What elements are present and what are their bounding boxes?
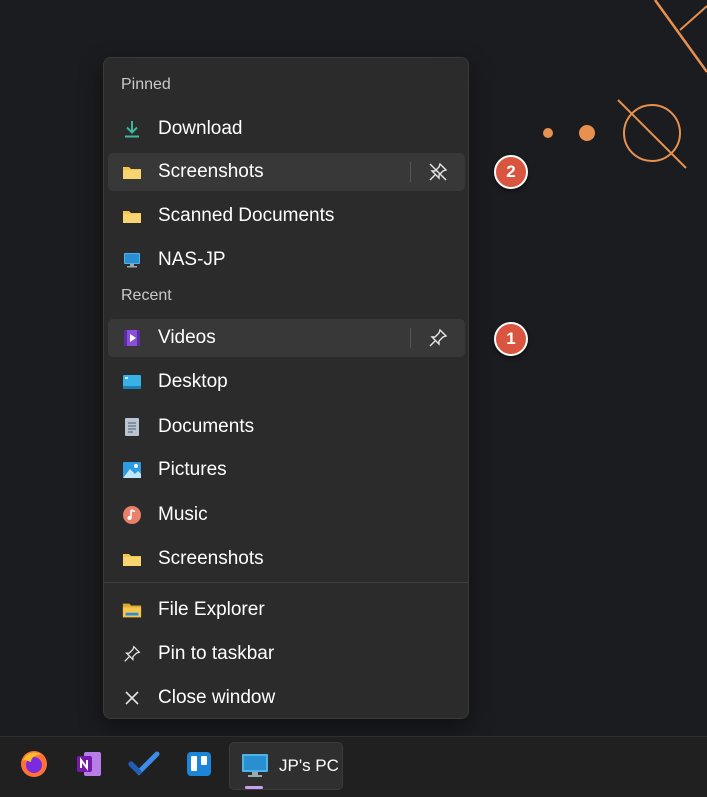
- separator: [410, 162, 411, 182]
- file-explorer-icon: [122, 600, 142, 620]
- jumplist-item-label: Pictures: [158, 459, 227, 480]
- trello-icon: [185, 750, 213, 783]
- taskbar-todo[interactable]: [120, 742, 168, 790]
- desktop-icon: [122, 372, 142, 392]
- separator: [410, 328, 411, 348]
- jumplist-item-label: Screenshots: [158, 161, 264, 182]
- monitor-icon: [240, 752, 270, 785]
- close-icon: [122, 688, 142, 708]
- jumplist-item-label: Scanned Documents: [158, 205, 335, 226]
- pin-icon[interactable]: [426, 327, 450, 349]
- jumplist-item-screenshots-recent[interactable]: Screenshots: [108, 540, 465, 578]
- documents-icon: [122, 417, 142, 437]
- callout-badge-1: 1: [494, 322, 528, 356]
- jumplist-item-label: Screenshots: [158, 548, 264, 569]
- recent-header: Recent: [121, 287, 172, 304]
- callout-badge-2: 2: [494, 155, 528, 189]
- task-close-window[interactable]: Close window: [108, 679, 465, 717]
- jump-list-menu: Pinned Download Screenshots Scanned Docu…: [103, 57, 469, 719]
- jumplist-item-documents[interactable]: Documents: [108, 408, 465, 446]
- pinned-header: Pinned: [121, 76, 171, 93]
- jumplist-item-label: Desktop: [158, 371, 228, 392]
- task-pin-to-taskbar[interactable]: Pin to taskbar: [108, 635, 465, 673]
- download-icon: [122, 119, 142, 139]
- taskbar-active-label: JP's PC: [279, 756, 339, 775]
- music-icon: [122, 505, 142, 525]
- taskbar-trello[interactable]: [175, 742, 223, 790]
- todo-icon: [128, 749, 160, 784]
- task-file-explorer[interactable]: File Explorer: [108, 591, 465, 629]
- jumplist-item-desktop[interactable]: Desktop: [108, 363, 465, 401]
- taskbar-firefox[interactable]: [10, 742, 58, 790]
- jumplist-item-music[interactable]: Music: [108, 496, 465, 534]
- firefox-icon: [19, 749, 49, 784]
- pictures-icon: [122, 460, 142, 480]
- onenote-icon: [74, 749, 104, 784]
- task-label: File Explorer: [158, 599, 265, 620]
- unpin-icon[interactable]: [426, 161, 450, 183]
- videos-icon: [122, 328, 142, 348]
- jumplist-item-pictures[interactable]: Pictures: [108, 451, 465, 489]
- taskbar-onenote[interactable]: [65, 742, 113, 790]
- folder-icon: [122, 162, 142, 182]
- jumplist-item-label: Documents: [158, 416, 255, 437]
- task-label: Pin to taskbar: [158, 643, 275, 664]
- task-label: Close window: [158, 687, 276, 708]
- jumplist-item-label: NAS-JP: [158, 249, 226, 270]
- jumplist-item-label: Music: [158, 504, 208, 525]
- active-indicator: [245, 786, 263, 789]
- folder-icon: [122, 206, 142, 226]
- pin-icon: [122, 644, 142, 664]
- jumplist-item-screenshots-pinned[interactable]: Screenshots: [108, 153, 465, 191]
- taskbar: JP's PC: [0, 736, 707, 797]
- computer-icon: [122, 250, 142, 270]
- jumplist-item-download[interactable]: Download: [108, 110, 465, 148]
- jumplist-item-label: Videos: [158, 327, 216, 348]
- folder-icon: [122, 549, 142, 569]
- menu-divider: [104, 582, 468, 583]
- jumplist-item-nas-jp[interactable]: NAS-JP: [108, 241, 465, 279]
- jumplist-item-scanned-documents[interactable]: Scanned Documents: [108, 197, 465, 235]
- jumplist-item-videos[interactable]: Videos: [108, 319, 465, 357]
- jumplist-item-label: Download: [158, 118, 243, 139]
- taskbar-active-window[interactable]: JP's PC: [229, 742, 343, 790]
